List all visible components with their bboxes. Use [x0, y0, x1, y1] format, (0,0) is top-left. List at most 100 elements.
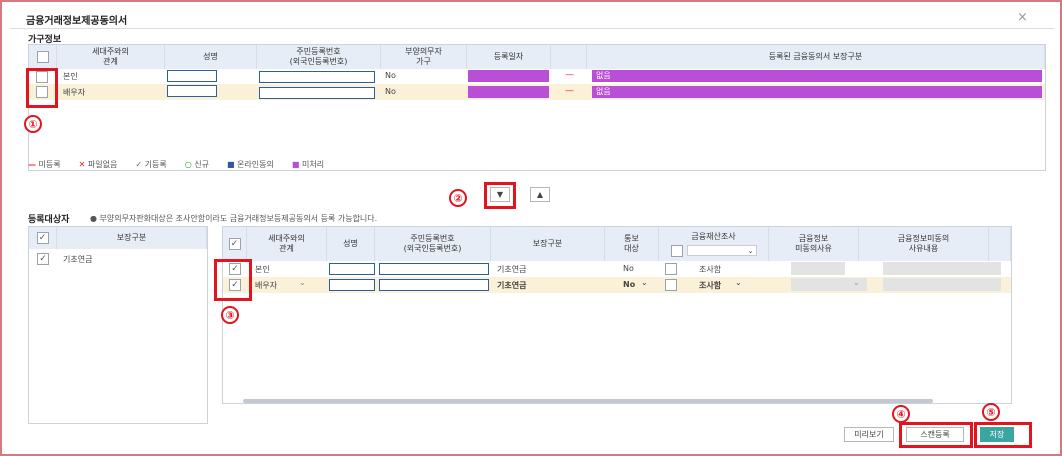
preview-button[interactable]: 미리보기 [844, 427, 894, 442]
target-header-name: 성명 [327, 227, 375, 261]
legend-item: ✓ 기등록 [135, 159, 166, 170]
family-header-blank [551, 45, 587, 69]
table-row: ✓ 배우자 ⌄ 기초연금 No ⌄ 조사함 ⌄ ⌄ [223, 277, 1011, 293]
family-header-duty: 부양의무자 가구 [381, 45, 467, 69]
relation-cell: 배우자 [255, 281, 278, 290]
scan-register-button[interactable]: 스캔등록 [906, 427, 964, 442]
status-cell: 없음 [592, 70, 1042, 82]
table-row: ✓ 본인 기초연금 No 조사함 [223, 261, 1011, 277]
name-input[interactable] [167, 70, 217, 82]
coverage-header-check: ✓ [29, 227, 57, 249]
reason-detail-input[interactable] [883, 262, 1001, 275]
survey-header-label: 금융재산조사 [691, 231, 736, 241]
legend-label: 온라인동의 [237, 160, 274, 169]
dash-icon: — [28, 160, 36, 169]
coverage-item: 기초연금 [63, 255, 93, 264]
family-table: 세대주와의 관계 성명 주민등록번호 (외국인등록번호) 부양의무자 가구 등록… [28, 44, 1046, 171]
target-section-title: 등록대상자 [28, 215, 70, 225]
reason-select[interactable] [791, 262, 845, 275]
legend-label: 미처리 [301, 160, 325, 169]
duty-cell: No [385, 71, 396, 80]
chevron-down-icon[interactable]: ⌄ [299, 278, 306, 287]
target-header-reason: 금융정보 미동의사유 [769, 227, 859, 261]
notify-select[interactable]: No [623, 280, 635, 289]
marker-2: ② [449, 189, 467, 207]
relation-cell: 배우자 [63, 88, 86, 97]
survey-checkbox[interactable] [665, 263, 677, 275]
chevron-down-icon[interactable]: ⌄ [686, 244, 757, 256]
name-input[interactable] [167, 85, 217, 97]
select-all-checkbox[interactable] [36, 51, 49, 63]
divider [10, 28, 1054, 29]
reason-detail-input[interactable] [883, 278, 1001, 291]
circle-icon: ○ [184, 160, 192, 169]
family-header-checkbox-cell [29, 45, 57, 69]
chevron-down-icon[interactable]: ⌄ [735, 278, 742, 287]
move-down-button[interactable]: ▼ [490, 187, 510, 202]
type-cell: 기초연금 [497, 281, 527, 290]
notify-cell: No [623, 264, 634, 273]
family-header-name: 성명 [165, 45, 257, 69]
triangle-up-icon: ▲ [536, 190, 544, 199]
highlight-box-3 [214, 259, 252, 301]
family-row: 본인 No — 없음 [29, 69, 1045, 84]
legend-item: ✕ 파일없음 [79, 159, 118, 170]
family-header-id: 주민등록번호 (외국인등록번호) [257, 45, 381, 69]
legend-item: ■ 온라인동의 [227, 159, 274, 170]
marker-1: ① [24, 115, 42, 133]
relation-cell: 본인 [63, 72, 78, 81]
target-header-check: ✓ [223, 227, 247, 261]
coverage-header: 보장구분 [57, 227, 207, 249]
id-input[interactable] [259, 87, 375, 99]
save-button[interactable]: 저장 [980, 427, 1014, 442]
chevron-down-icon[interactable]: ⌄ [853, 278, 860, 287]
id-input[interactable] [379, 263, 489, 275]
unregistered-mark: — [565, 86, 574, 96]
legend-item: ○ 신규 [185, 159, 209, 170]
dialog-frame: 금융거래정보제공동의서 × 가구정보 세대주와의 관계 성명 주민등록번호 (외… [0, 0, 1062, 456]
legend-label: 파일없음 [87, 160, 118, 169]
legend-label: 기등록 [144, 160, 167, 169]
horizontal-scrollbar[interactable] [243, 399, 933, 403]
check-icon[interactable]: ✓ [36, 232, 49, 244]
name-input[interactable] [329, 263, 375, 275]
check-icon[interactable]: ✓ [37, 253, 49, 265]
type-cell: 기초연금 [497, 265, 527, 274]
check-icon: ✓ [135, 160, 143, 169]
family-header-date: 등록일자 [467, 45, 551, 69]
target-header-survey: 금융재산조사 ⌄ [659, 227, 769, 261]
date-cell [468, 86, 549, 98]
flag-icon: ■ [226, 160, 235, 169]
dialog-title: 금융거래정보제공동의서 [26, 16, 128, 27]
target-header-notify: 통보 대상 [605, 227, 659, 261]
legend: — 미등록 ✕ 파일없음 ✓ 기등록 ○ 신규 ■ 온라인동의 ■ 미처리 [28, 159, 324, 170]
survey-select[interactable]: 조사함 [699, 280, 721, 291]
target-header-id: 주민등록번호 (외국인등록번호) [375, 227, 491, 261]
move-up-button[interactable]: ▲ [530, 187, 550, 202]
family-header-relation: 세대주와의 관계 [57, 45, 165, 69]
survey-cell: 조사함 [699, 265, 722, 274]
survey-checkbox[interactable] [665, 279, 677, 291]
target-header-relation: 세대주와의 관계 [247, 227, 327, 261]
legend-label: 미등록 [38, 160, 61, 169]
chevron-down-icon[interactable]: ⌄ [641, 278, 648, 287]
close-icon[interactable]: × [1017, 10, 1028, 25]
check-icon[interactable]: ✓ [228, 238, 241, 250]
family-row: 배우자 No — 없음 [29, 84, 1045, 100]
marker-3: ③ [221, 306, 239, 324]
id-input[interactable] [379, 279, 489, 291]
target-header-reason-detail: 금융정보미동의 사유내용 [859, 227, 989, 261]
highlight-box-1 [26, 68, 58, 108]
status-cell: 없음 [592, 86, 1042, 98]
legend-item: ■ 미처리 [292, 159, 324, 170]
name-input[interactable] [329, 279, 375, 291]
square-icon: ■ [291, 160, 300, 169]
id-input[interactable] [259, 71, 375, 83]
duty-cell: No [385, 87, 396, 96]
target-note: ● 부양의무자판화대상은 조사안함이라도 금융거래정보등제공동의서 등록 가능합… [90, 214, 378, 223]
family-header-status: 등록된 금융동의서 보장구분 [587, 45, 1045, 69]
survey-checkbox[interactable] [670, 244, 683, 257]
target-header-blank [989, 227, 1011, 261]
date-cell [468, 70, 549, 82]
target-table: ✓ 세대주와의 관계 성명 주민등록번호 (외국인등록번호) 보장구분 통보 대… [222, 226, 1012, 404]
